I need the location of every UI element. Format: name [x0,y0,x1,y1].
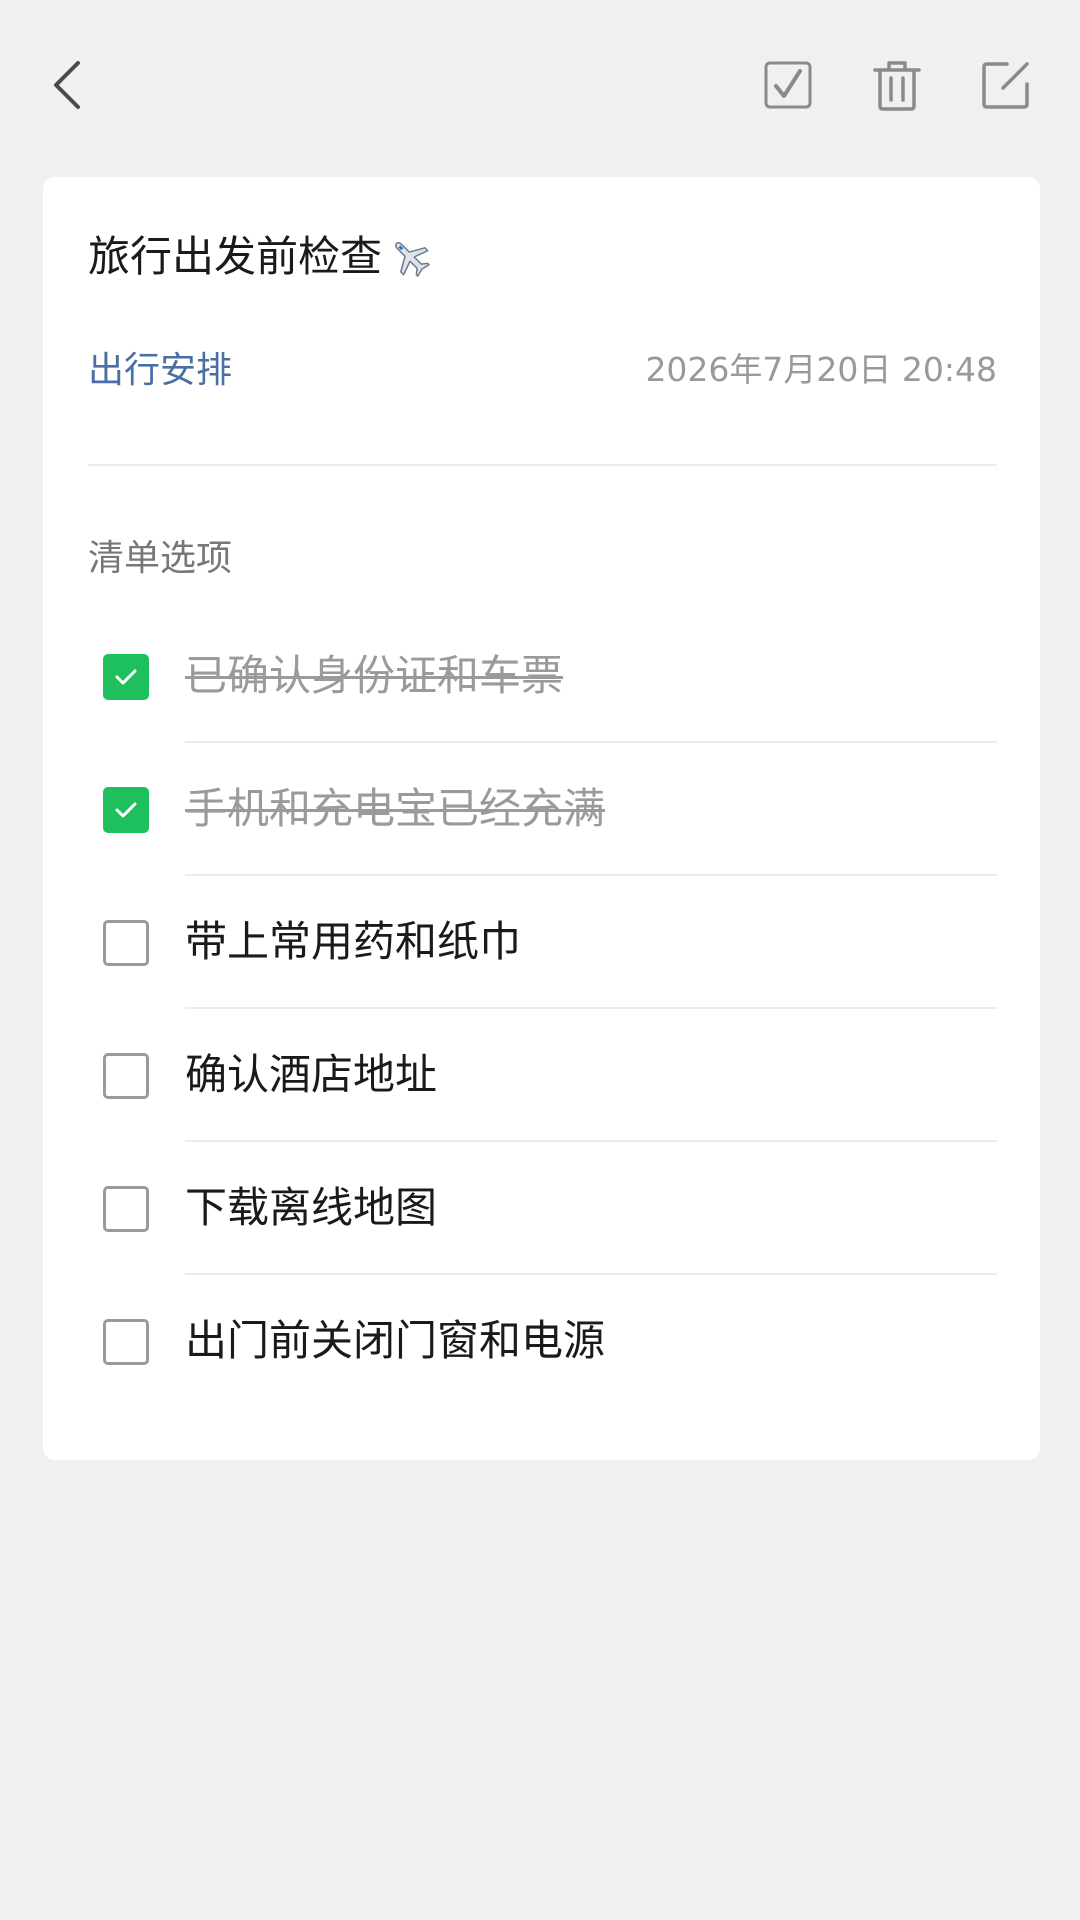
chevron-left-icon [54,61,80,109]
checklist-item: 确认酒店地址 [43,1009,1040,1142]
select-button[interactable] [748,45,828,125]
note-title-text: 旅行出发前检查 [88,232,383,281]
checkbox[interactable] [103,1053,149,1099]
trash-icon [873,61,921,111]
note-title[interactable]: 旅行出发前检查 [88,235,432,279]
checklist-item: 下载离线地图 [43,1142,1040,1275]
checklist-item: 出门前关闭门窗和电源 [43,1275,1040,1408]
checkbox-checked-icon [764,61,812,109]
checklist-item-text[interactable]: 已确认身份证和车票 [185,655,563,697]
checkbox[interactable] [103,654,149,700]
checkmark-icon [115,802,137,818]
checklist: 已确认身份证和车票 手机和充电宝已经充满 带上常用药和纸巾 确认酒店地址 下载离 [43,610,1040,1408]
top-toolbar [0,0,1080,170]
checkbox[interactable] [103,787,149,833]
divider [88,464,997,466]
back-button[interactable] [28,45,108,125]
checkbox[interactable] [103,920,149,966]
checklist-item-text[interactable]: 下载离线地图 [185,1187,437,1229]
checklist-item-text[interactable]: 手机和充电宝已经充满 [185,788,605,830]
checkmark-icon [115,669,137,685]
category-label[interactable]: 出行安排 [88,353,232,389]
edit-button[interactable] [966,45,1046,125]
note-card: 旅行出发前检查 出行安排 2026年7月20日 20:48 清单选项 已确认身份… [43,177,1040,1460]
checkbox[interactable] [103,1186,149,1232]
checklist-item: 带上常用药和纸巾 [43,876,1040,1009]
airplane-icon [395,242,430,277]
checklist-item-text[interactable]: 带上常用药和纸巾 [185,921,521,963]
checklist-item-text[interactable]: 出门前关闭门窗和电源 [185,1320,605,1362]
checklist-section-label: 清单选项 [88,538,233,579]
checklist-item: 手机和充电宝已经充满 [43,743,1040,876]
checklist-item-text[interactable]: 确认酒店地址 [185,1054,437,1096]
delete-button[interactable] [857,45,937,125]
checklist-item: 已确认身份证和车票 [43,610,1040,743]
edit-icon [982,62,1029,109]
note-datetime: 2026年7月20日 20:48 [645,350,997,389]
checkbox[interactable] [103,1319,149,1365]
